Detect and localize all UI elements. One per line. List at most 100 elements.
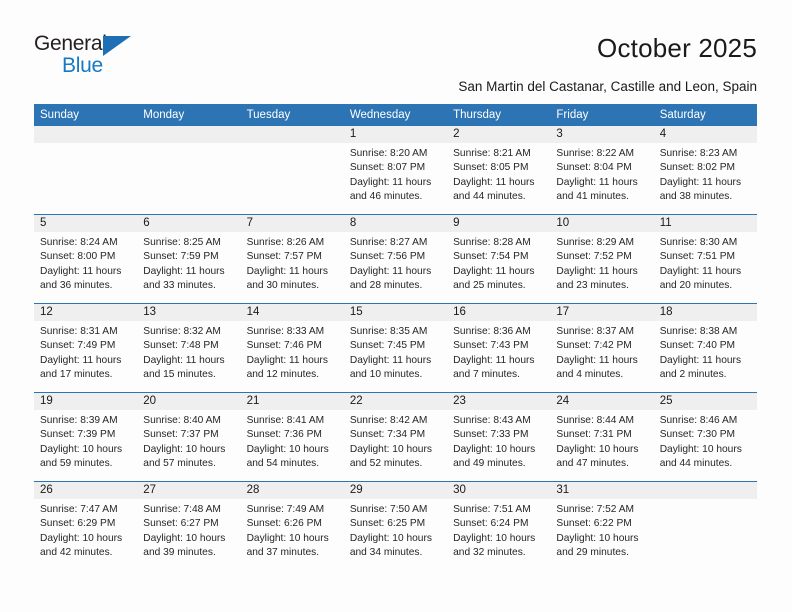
sunset-text: Sunset: 6:26 PM [246, 518, 322, 530]
day-cell[interactable]: 19 Sunrise: 8:39 AM Sunset: 7:39 PM Dayligh… [34, 393, 138, 481]
daylight-text-line1: Daylight: 10 hours [556, 443, 639, 455]
day-cell[interactable]: 3 Sunrise: 8:22 AM Sunset: 8:04 PM Daylight… [550, 126, 654, 214]
day-cell[interactable]: 13 Sunrise: 8:32 AM Sunset: 7:48 PM Dayligh… [137, 304, 241, 392]
weekday-header-friday: Friday [556, 109, 589, 121]
day-number: 25 [653, 393, 757, 410]
calendar-week-row: 26 Sunrise: 7:47 AM Sunset: 6:29 PM Dayligh… [34, 481, 757, 570]
day-cell[interactable]: 11 Sunrise: 8:30 AM Sunset: 7:51 PM Dayligh… [653, 215, 757, 303]
sunrise-text: Sunrise: 8:46 AM [659, 415, 738, 426]
sunset-text: Sunset: 7:46 PM [246, 340, 322, 352]
daylight-text-line2: and 46 minutes. [349, 191, 423, 203]
daylight-text-line2: and 33 minutes. [143, 280, 216, 292]
day-cell[interactable]: 31 Sunrise: 7:52 AM Sunset: 6:22 PM Dayligh… [550, 482, 654, 570]
day-details: Sunrise: 8:31 AM Sunset: 7:49 PM Daylight:… [34, 321, 137, 383]
sunset-text: Sunset: 7:39 PM [40, 429, 116, 441]
day-cell[interactable]: 22 Sunrise: 8:42 AM Sunset: 7:34 PM Dayligh… [343, 393, 448, 481]
sunset-text: Sunset: 6:25 PM [349, 518, 426, 530]
day-number: 1 [343, 126, 448, 143]
day-cell[interactable]: 1 Sunrise: 8:20 AM Sunset: 8:07 PM Daylight… [343, 126, 448, 214]
day-cell[interactable]: 20 Sunrise: 8:40 AM Sunset: 7:37 PM Dayligh… [137, 393, 241, 481]
day-details: Sunrise: 8:38 AM Sunset: 7:40 PM Daylight:… [654, 321, 757, 383]
sunrise-text: Sunrise: 8:43 AM [453, 415, 531, 426]
daylight-text-line1: Daylight: 10 hours [143, 443, 226, 455]
day-cell[interactable]: 8 Sunrise: 8:27 AM Sunset: 7:56 PM Daylight… [343, 215, 448, 303]
day-cell[interactable]: 16 Sunrise: 8:36 AM Sunset: 7:43 PM Dayligh… [447, 304, 551, 392]
day-cell[interactable]: 27 Sunrise: 7:48 AM Sunset: 6:27 PM Dayligh… [137, 482, 241, 570]
day-number: 21 [240, 393, 344, 410]
day-cell[interactable]: 14 Sunrise: 8:33 AM Sunset: 7:46 PM Dayligh… [240, 304, 344, 392]
daylight-text-line2: and 2 minutes. [659, 369, 727, 381]
day-number: 7 [240, 215, 344, 232]
sunset-text: Sunset: 7:43 PM [453, 340, 529, 352]
day-details: Sunrise: 8:35 AM Sunset: 7:45 PM Daylight:… [344, 321, 447, 383]
day-cell[interactable]: 26 Sunrise: 7:47 AM Sunset: 6:29 PM Dayligh… [34, 482, 138, 570]
day-cell[interactable]: 23 Sunrise: 8:43 AM Sunset: 7:33 PM Dayligh… [447, 393, 551, 481]
general-blue-logo: General Blue [34, 32, 164, 80]
daylight-text-line1: Daylight: 11 hours [659, 176, 742, 188]
sunrise-text: Sunrise: 8:42 AM [349, 415, 428, 426]
day-cell[interactable]: 30 Sunrise: 7:51 AM Sunset: 6:24 PM Dayligh… [447, 482, 551, 570]
day-number: 4 [653, 126, 757, 143]
day-number: 11 [653, 215, 757, 232]
calendar-week-row: 12 Sunrise: 8:31 AM Sunset: 7:49 PM Dayligh… [34, 303, 757, 392]
sunrise-text: Sunrise: 8:27 AM [349, 237, 428, 248]
day-number: 13 [137, 304, 241, 321]
daylight-text-line2: and 57 minutes. [143, 458, 216, 470]
daylight-text-line1: Daylight: 10 hours [349, 443, 432, 455]
daylight-text-line2: and 59 minutes. [40, 458, 113, 470]
day-cell[interactable]: 15 Sunrise: 8:35 AM Sunset: 7:45 PM Dayligh… [343, 304, 448, 392]
sunset-text: Sunset: 7:33 PM [453, 429, 529, 441]
daylight-text-line2: and 41 minutes. [556, 191, 629, 203]
sunrise-text: Sunrise: 7:50 AM [349, 504, 428, 515]
day-cell[interactable]: 10 Sunrise: 8:29 AM Sunset: 7:52 PM Dayligh… [550, 215, 654, 303]
sunrise-text: Sunrise: 8:30 AM [659, 237, 738, 248]
calendar-week-inner: 26 Sunrise: 7:47 AM Sunset: 6:29 PM Dayligh… [34, 482, 757, 570]
day-details: Sunrise: 8:30 AM Sunset: 7:51 PM Daylight:… [654, 232, 757, 294]
sunrise-text: Sunrise: 8:35 AM [349, 326, 428, 337]
day-cell[interactable]: 9 Sunrise: 8:28 AM Sunset: 7:54 PM Daylight… [447, 215, 551, 303]
day-cell[interactable]: 28 Sunrise: 7:49 AM Sunset: 6:26 PM Dayligh… [240, 482, 344, 570]
daylight-text-line1: Daylight: 11 hours [556, 176, 638, 188]
day-number: 3 [550, 126, 654, 143]
daylight-text-line1: Daylight: 11 hours [453, 176, 535, 188]
day-cell[interactable]: 29 Sunrise: 7:50 AM Sunset: 6:25 PM Dayligh… [343, 482, 448, 570]
day-number: 16 [447, 304, 551, 321]
sunrise-text: Sunrise: 8:32 AM [143, 326, 221, 337]
sunrise-text: Sunrise: 8:39 AM [40, 415, 118, 426]
day-cell[interactable]: 21 Sunrise: 8:41 AM Sunset: 7:36 PM Dayligh… [240, 393, 344, 481]
daylight-text-line1: Daylight: 11 hours [453, 354, 535, 366]
daylight-text-line1: Daylight: 11 hours [349, 354, 432, 366]
day-cell[interactable]: 24 Sunrise: 8:44 AM Sunset: 7:31 PM Dayligh… [550, 393, 654, 481]
daylight-text-line2: and 20 minutes. [659, 280, 733, 292]
day-cell[interactable]: 17 Sunrise: 8:37 AM Sunset: 7:42 PM Dayligh… [550, 304, 654, 392]
sunset-text: Sunset: 7:48 PM [143, 340, 219, 352]
day-details: Sunrise: 8:39 AM Sunset: 7:39 PM Daylight:… [34, 410, 137, 472]
day-cell[interactable]: 6 Sunrise: 8:25 AM Sunset: 7:59 PM Daylight… [137, 215, 241, 303]
day-cell[interactable]: 12 Sunrise: 8:31 AM Sunset: 7:49 PM Dayligh… [34, 304, 138, 392]
day-details: Sunrise: 8:24 AM Sunset: 8:00 PM Daylight:… [34, 232, 137, 294]
day-cell[interactable]: 25 Sunrise: 8:46 AM Sunset: 7:30 PM Dayligh… [653, 393, 757, 481]
daylight-text-line1: Daylight: 11 hours [556, 265, 638, 277]
daylight-text-line1: Daylight: 11 hours [40, 265, 122, 277]
day-cell[interactable]: 7 Sunrise: 8:26 AM Sunset: 7:57 PM Daylight… [240, 215, 344, 303]
calendar-week-inner: 12 Sunrise: 8:31 AM Sunset: 7:49 PM Dayligh… [34, 304, 757, 392]
sunset-text: Sunset: 7:45 PM [349, 340, 426, 352]
calendar-weeks: 1 Sunrise: 8:20 AM Sunset: 8:07 PM Daylight… [34, 126, 757, 570]
daylight-text-line1: Daylight: 11 hours [143, 354, 225, 366]
daylight-text-line1: Daylight: 10 hours [246, 443, 329, 455]
day-cell[interactable]: 5 Sunrise: 8:24 AM Sunset: 8:00 PM Daylight… [34, 215, 138, 303]
day-details: Sunrise: 8:44 AM Sunset: 7:31 PM Daylight:… [550, 410, 653, 472]
page-header: General Blue October 2025 San Martin del… [0, 0, 792, 100]
weekday-header-thursday: Thursday [453, 109, 502, 121]
sunrise-text: Sunrise: 8:44 AM [556, 415, 634, 426]
day-cell-empty [653, 482, 757, 570]
day-number: 28 [240, 482, 344, 499]
calendar-week-inner: 19 Sunrise: 8:39 AM Sunset: 7:39 PM Dayligh… [34, 393, 757, 481]
day-details: Sunrise: 8:42 AM Sunset: 7:34 PM Daylight:… [344, 410, 447, 472]
day-cell[interactable]: 2 Sunrise: 8:21 AM Sunset: 8:05 PM Daylight… [447, 126, 551, 214]
day-number [653, 482, 757, 499]
day-cell[interactable]: 18 Sunrise: 8:38 AM Sunset: 7:40 PM Dayligh… [653, 304, 757, 392]
day-cell[interactable]: 4 Sunrise: 8:23 AM Sunset: 8:02 PM Daylight… [653, 126, 757, 214]
weekday-header-wednesday: Wednesday [349, 109, 411, 121]
day-details: Sunrise: 8:46 AM Sunset: 7:30 PM Daylight:… [654, 410, 757, 472]
